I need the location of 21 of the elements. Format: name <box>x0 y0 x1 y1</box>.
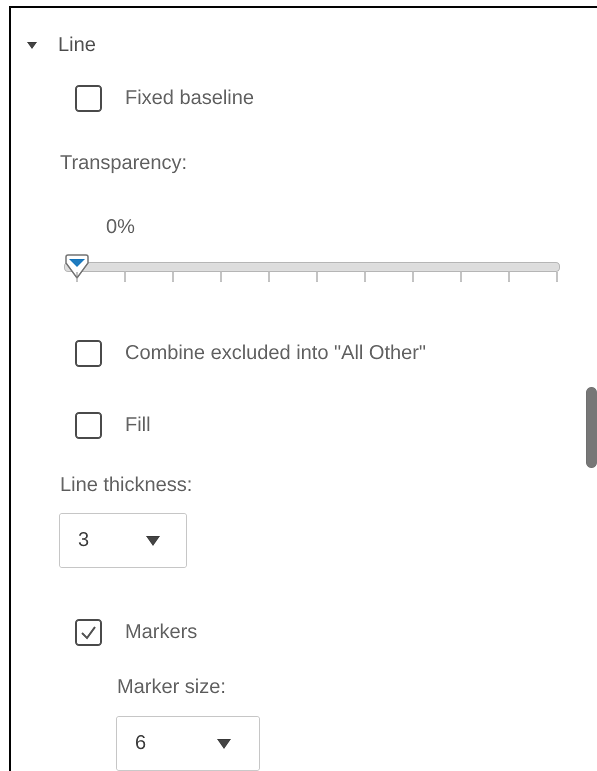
marker-size-dropdown[interactable]: 6 <box>116 716 260 771</box>
line-thickness-label: Line thickness: <box>60 473 192 498</box>
checkbox-label: Fill <box>125 413 151 438</box>
checkbox[interactable] <box>75 412 102 438</box>
marker-size-label: Marker size: <box>117 675 226 700</box>
slider-track[interactable] <box>64 262 560 272</box>
checkbox-label: Fixed baseline <box>125 86 254 111</box>
slider-thumb[interactable] <box>64 254 90 280</box>
checkbox-label: Combine excluded into "All Other" <box>125 341 426 366</box>
line-thickness-dropdown[interactable]: 3 <box>59 513 187 568</box>
scrollbar[interactable] <box>586 387 597 468</box>
caret-icon[interactable] <box>26 39 38 51</box>
checkbox[interactable] <box>75 340 102 366</box>
checkbox-label: Markers <box>125 620 198 645</box>
dropdown-arrow-icon <box>146 536 160 546</box>
transparency-label: Transparency: <box>60 151 188 176</box>
section-title[interactable]: Line <box>58 31 96 59</box>
checkbox[interactable] <box>75 618 102 646</box>
dropdown-arrow-icon <box>217 738 231 748</box>
checkbox[interactable] <box>75 84 102 112</box>
slider-value: 0% <box>106 215 135 240</box>
